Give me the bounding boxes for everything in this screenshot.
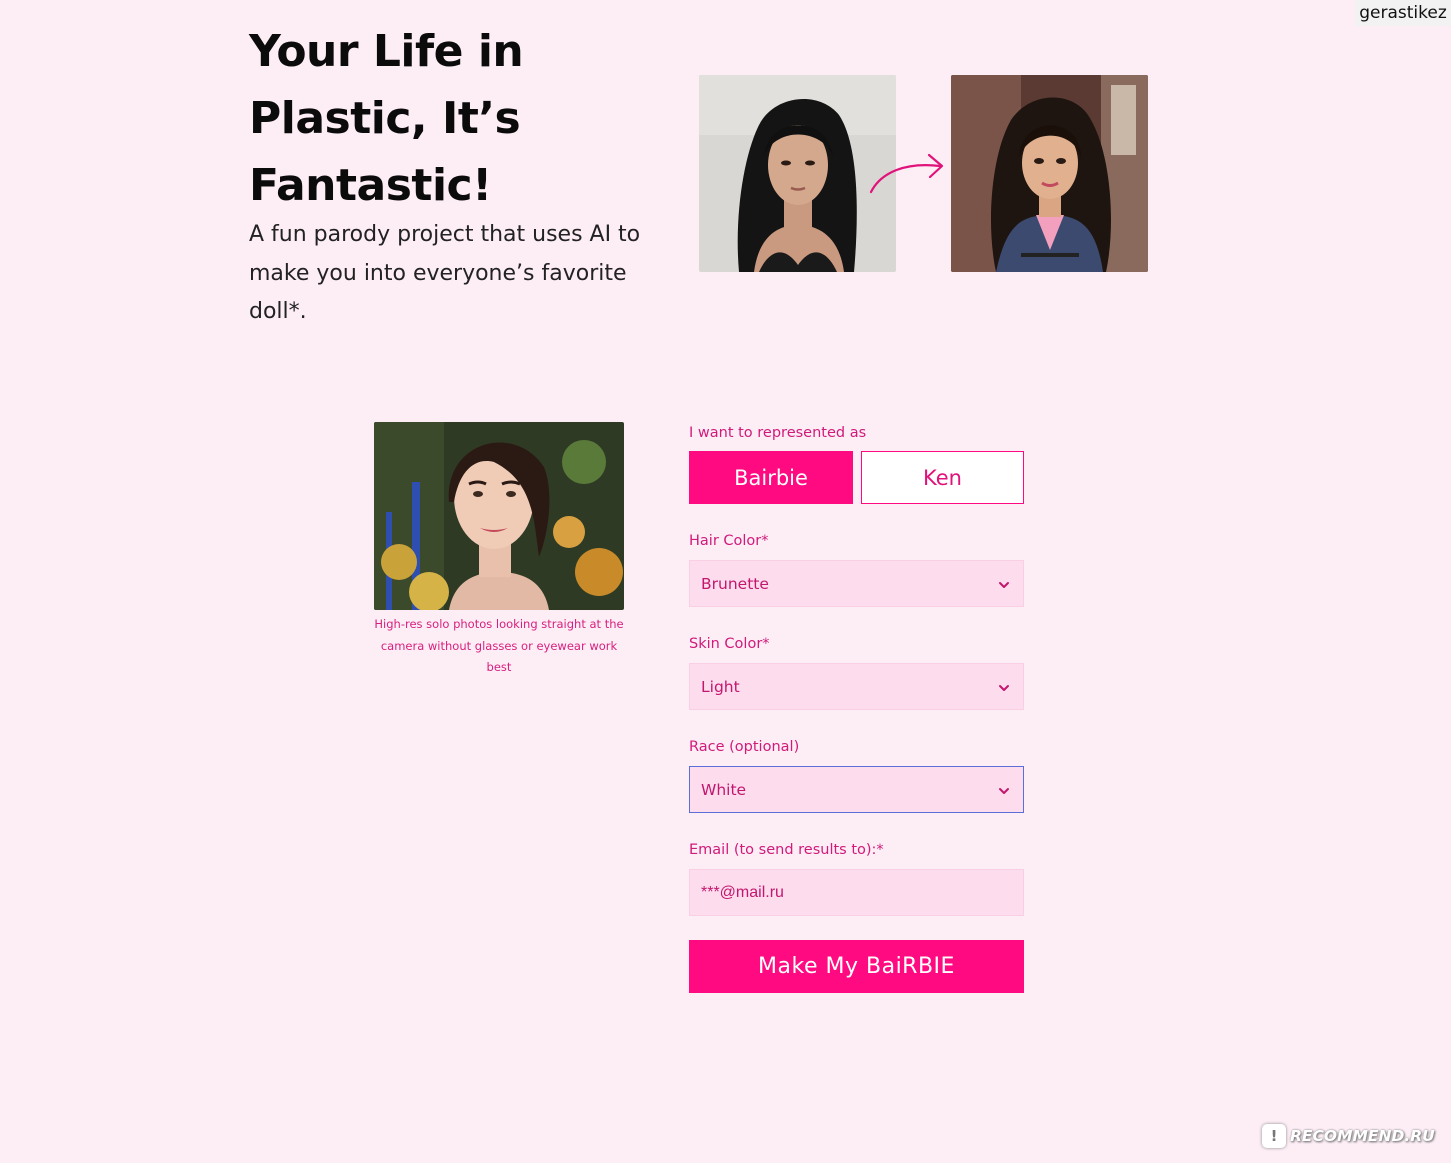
race-label: Race (optional) [689, 739, 800, 755]
page-title: Your Life in Plastic, It’s Fantastic! [249, 26, 524, 211]
skin-color-label: Skin Color* [689, 636, 770, 652]
doll-form: I want to represented as Bairbie Ken Hai… [689, 425, 1024, 993]
email-label: Email (to send results to):* [689, 842, 884, 858]
chevron-down-icon [999, 685, 1009, 691]
represent-toggle: Bairbie Ken [689, 451, 1024, 504]
option-ken-button[interactable]: Ken [861, 451, 1024, 504]
option-bairbie-button[interactable]: Bairbie [689, 451, 853, 504]
hair-color-value: Brunette [701, 574, 769, 593]
hair-color-label: Hair Color* [689, 533, 769, 549]
hair-color-select[interactable]: Brunette [689, 560, 1024, 607]
skin-color-value: Light [701, 677, 740, 696]
chevron-down-icon [999, 788, 1009, 794]
represent-label: I want to represented as [689, 425, 867, 441]
race-select[interactable]: White [689, 766, 1024, 813]
recommend-watermark-text: RECOMMEND.RU [1290, 1127, 1435, 1145]
recommend-logo-icon: ! [1262, 1124, 1286, 1148]
email-field[interactable]: ***@mail.ru [689, 869, 1024, 916]
make-my-bairbie-button[interactable]: Make My BaiRBIE [689, 940, 1024, 993]
chevron-down-icon [999, 582, 1009, 588]
recommend-watermark: ! RECOMMEND.RU [1262, 1122, 1440, 1150]
arrow-right-curved-icon [869, 153, 944, 194]
example-after-photo [951, 75, 1148, 272]
skin-color-select[interactable]: Light [689, 663, 1024, 710]
username-watermark: gerastikez [1355, 0, 1451, 26]
page-subtitle: A fun parody project that uses AI to mak… [249, 222, 641, 324]
upload-hint: High-res solo photos looking straight at… [374, 617, 624, 674]
race-value: White [701, 780, 747, 799]
uploaded-photo[interactable] [374, 422, 624, 610]
